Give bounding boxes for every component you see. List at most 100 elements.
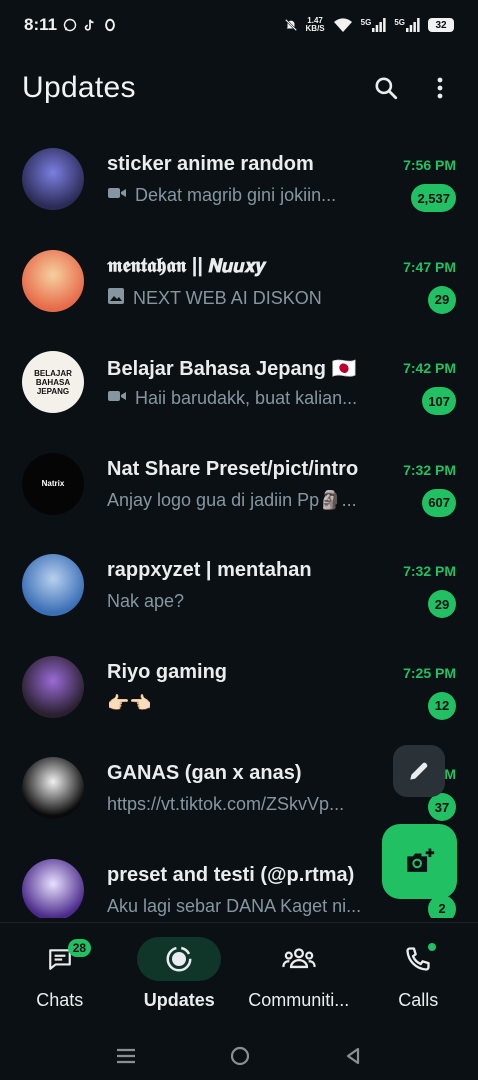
search-button[interactable] <box>370 72 402 104</box>
whatsapp-notification-icon <box>63 18 77 32</box>
network-speed: 1.47 KB/S <box>306 17 325 33</box>
tab-updates-label: Updates <box>143 990 215 1010</box>
preview-text: Anjay logo gua di jadiin Pp🗿... <box>107 489 357 510</box>
communities-icon <box>282 948 316 969</box>
tab-chats[interactable]: 28 Chats <box>0 923 119 1032</box>
wifi-icon <box>333 18 352 32</box>
channel-preview: Aku lagi sebar DANA Kaget ni... <box>107 896 387 917</box>
unread-badge: 107 <box>422 387 456 415</box>
home-icon[interactable] <box>229 1045 251 1067</box>
channel-preview: 👉🏻👈🏻 <box>107 693 387 714</box>
channel-name: Riyo gaming <box>107 660 228 683</box>
preview-text: NEXT WEB AI DISKON <box>133 287 322 308</box>
channel-row[interactable]: Riyo gaming 7:25 PM 👉🏻👈🏻 12 <box>0 636 478 738</box>
unread-badge: 37 <box>428 793 456 821</box>
channel-time: 7:42 PM <box>403 360 456 376</box>
channel-avatar: BELAJAR BAHASA JEPANG <box>22 351 84 413</box>
network-type-2: 5G <box>394 18 405 27</box>
app-notification-icon <box>105 18 115 32</box>
clock: 8:11 <box>24 15 58 34</box>
channel-row[interactable]: rappxyzet | mentahan 7:32 PM Nak ape? 29 <box>0 534 478 636</box>
channel-preview: Nak ape? <box>107 591 387 612</box>
calls-new-dot <box>428 943 437 951</box>
channel-name: rappxyzet | mentahan <box>107 559 312 581</box>
back-icon[interactable] <box>343 1046 363 1066</box>
preview-text: https://vt.tiktok.com/ZSkvVp... <box>107 794 345 814</box>
tab-chats-label: Chats <box>36 990 84 1010</box>
camera-status-button[interactable] <box>382 824 457 899</box>
chats-unread-badge: 28 <box>67 939 92 957</box>
channel-time: 7:56 PM <box>403 157 456 173</box>
channel-name: GANAS (gan x anas) <box>107 762 302 784</box>
channel-row[interactable]: BELAJAR BAHASA JEPANG Belajar Bahasa Jep… <box>0 331 478 433</box>
more-vert-icon <box>437 77 443 99</box>
video-icon <box>108 391 126 401</box>
status-left: 8:11 <box>24 15 117 35</box>
text-status-button[interactable] <box>393 745 445 797</box>
channel-name: 𝖒𝖊𝖓𝖙𝖆𝖍𝖆𝖓 || 𝙉𝙪𝙪𝙭𝙮 <box>107 254 266 277</box>
signal-1: 5G <box>361 18 387 32</box>
calls-icon-wrap <box>376 937 460 981</box>
search-icon <box>375 77 398 100</box>
tab-calls-label: Calls <box>398 990 439 1010</box>
signal-bars-icon <box>372 18 386 32</box>
system-navigation-bar <box>0 1032 478 1080</box>
preview-text: Aku lagi sebar DANA Kaget ni... <box>107 895 362 916</box>
network-type-1: 5G <box>360 18 372 27</box>
channel-avatar <box>22 148 84 210</box>
channel-avatar <box>22 249 84 312</box>
signal-2: 5G <box>394 18 420 32</box>
pencil-icon <box>410 762 428 780</box>
updates-icon-wrap <box>137 937 222 981</box>
add-camera-icon <box>406 848 434 872</box>
channel-avatar <box>22 655 84 718</box>
channel-preview: Dekat magrib gini jokiin... <box>107 185 387 206</box>
unread-badge: 29 <box>428 285 456 314</box>
avatar-logo-text: BELAJAR BAHASA JEPANG <box>34 368 72 396</box>
recents-icon[interactable] <box>115 1047 137 1065</box>
media-slot <box>107 287 125 310</box>
channel-avatar <box>22 757 84 819</box>
app-header: Updates <box>0 58 478 118</box>
preview-text: 👉🏻👈🏻 <box>107 692 152 713</box>
channel-row[interactable]: 𝖒𝖊𝖓𝖙𝖆𝖍𝖆𝖓 || 𝙉𝙪𝙪𝙭𝙮 7:47 PM NEXT WEB AI DI… <box>0 230 478 332</box>
tab-communities[interactable]: Communiti... <box>239 923 358 1032</box>
communities-icon-wrap <box>257 937 341 981</box>
signal-bars-icon <box>406 18 420 32</box>
channel-list: sticker anime random 7:56 PM Dekat magri… <box>0 128 478 918</box>
tab-calls[interactable]: Calls <box>359 923 478 1032</box>
channel-avatar <box>22 554 84 616</box>
avatar-logo-text: Natrix <box>41 479 65 488</box>
video-icon <box>108 188 126 198</box>
unread-badge: 2,537 <box>411 184 456 212</box>
tab-communities-label: Communiti... <box>248 990 350 1010</box>
battery-indicator: 32 <box>428 18 454 32</box>
channel-time: 7:47 PM <box>403 258 456 275</box>
channel-row[interactable]: Natrix Nat Share Preset/pict/intro 7:32 … <box>0 433 478 535</box>
page-title: Updates <box>22 71 136 104</box>
mute-bell-icon <box>284 19 297 31</box>
preview-text: Haii barudakk, buat kalian... <box>135 388 358 408</box>
status-right: 1.47 KB/S 5G 5G 32 <box>284 17 454 33</box>
channel-name: preset and testi (@p.rtma) <box>107 863 355 886</box>
tiktok-notification-icon <box>84 19 94 31</box>
unread-badge: 607 <box>422 488 456 517</box>
channel-time: 7:32 PM <box>403 461 456 478</box>
channel-preview: NEXT WEB AI DISKON <box>107 287 387 310</box>
status-bar: 8:11 1.47 KB/S 5G 5G 32 <box>0 0 478 50</box>
channel-time: 7:25 PM <box>403 664 456 681</box>
channel-time: 7:32 PM <box>403 563 456 579</box>
speed-unit: KB/S <box>305 24 325 33</box>
chats-icon-wrap: 28 <box>18 937 102 981</box>
more-options-button[interactable] <box>424 72 456 104</box>
channel-name: sticker anime random <box>107 153 314 175</box>
channel-row[interactable]: sticker anime random 7:56 PM Dekat magri… <box>0 128 478 230</box>
channel-avatar: Natrix <box>22 452 84 515</box>
preview-text: Dekat magrib gini jokiin... <box>135 185 337 205</box>
channel-name: Belajar Bahasa Jepang 🇯🇵 <box>107 358 357 380</box>
channel-avatar <box>22 858 84 918</box>
preview-text: Nak ape? <box>107 591 185 611</box>
unread-badge: 12 <box>428 691 456 720</box>
header-actions <box>370 72 456 104</box>
tab-updates[interactable]: Updates <box>120 923 239 1032</box>
